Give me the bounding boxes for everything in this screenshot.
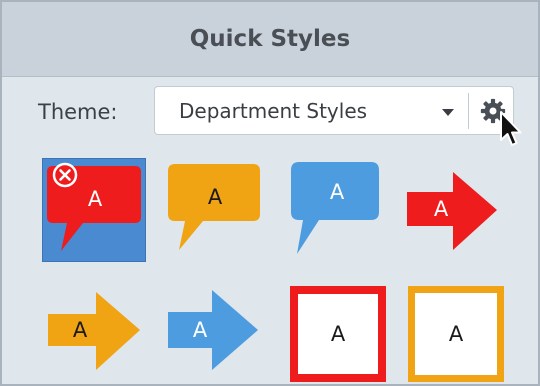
orange-outline-box-shape xyxy=(408,286,504,382)
style-red-arrow[interactable]: A xyxy=(403,158,507,262)
red-arrow-shape xyxy=(407,172,497,250)
style-orange-arrow[interactable]: A xyxy=(44,282,148,384)
style-orange-speech-bubble[interactable]: A xyxy=(163,158,267,262)
quick-styles-grid: A A A A A A A A xyxy=(2,2,538,384)
blue-speech-bubble-shape xyxy=(291,162,379,254)
remove-x-icon[interactable] xyxy=(52,162,78,188)
quick-styles-panel: Quick Styles Theme: Department Styles A … xyxy=(0,0,540,386)
style-blue-arrow[interactable]: A xyxy=(164,282,268,384)
orange-speech-bubble-shape xyxy=(168,164,260,250)
blue-arrow-shape xyxy=(168,290,258,370)
style-blue-speech-bubble[interactable]: A xyxy=(285,158,389,262)
orange-arrow-shape xyxy=(48,292,140,370)
style-red-outline-box[interactable]: A xyxy=(286,282,390,384)
red-outline-box-shape xyxy=(290,286,386,382)
style-orange-outline-box[interactable]: A xyxy=(404,282,508,384)
